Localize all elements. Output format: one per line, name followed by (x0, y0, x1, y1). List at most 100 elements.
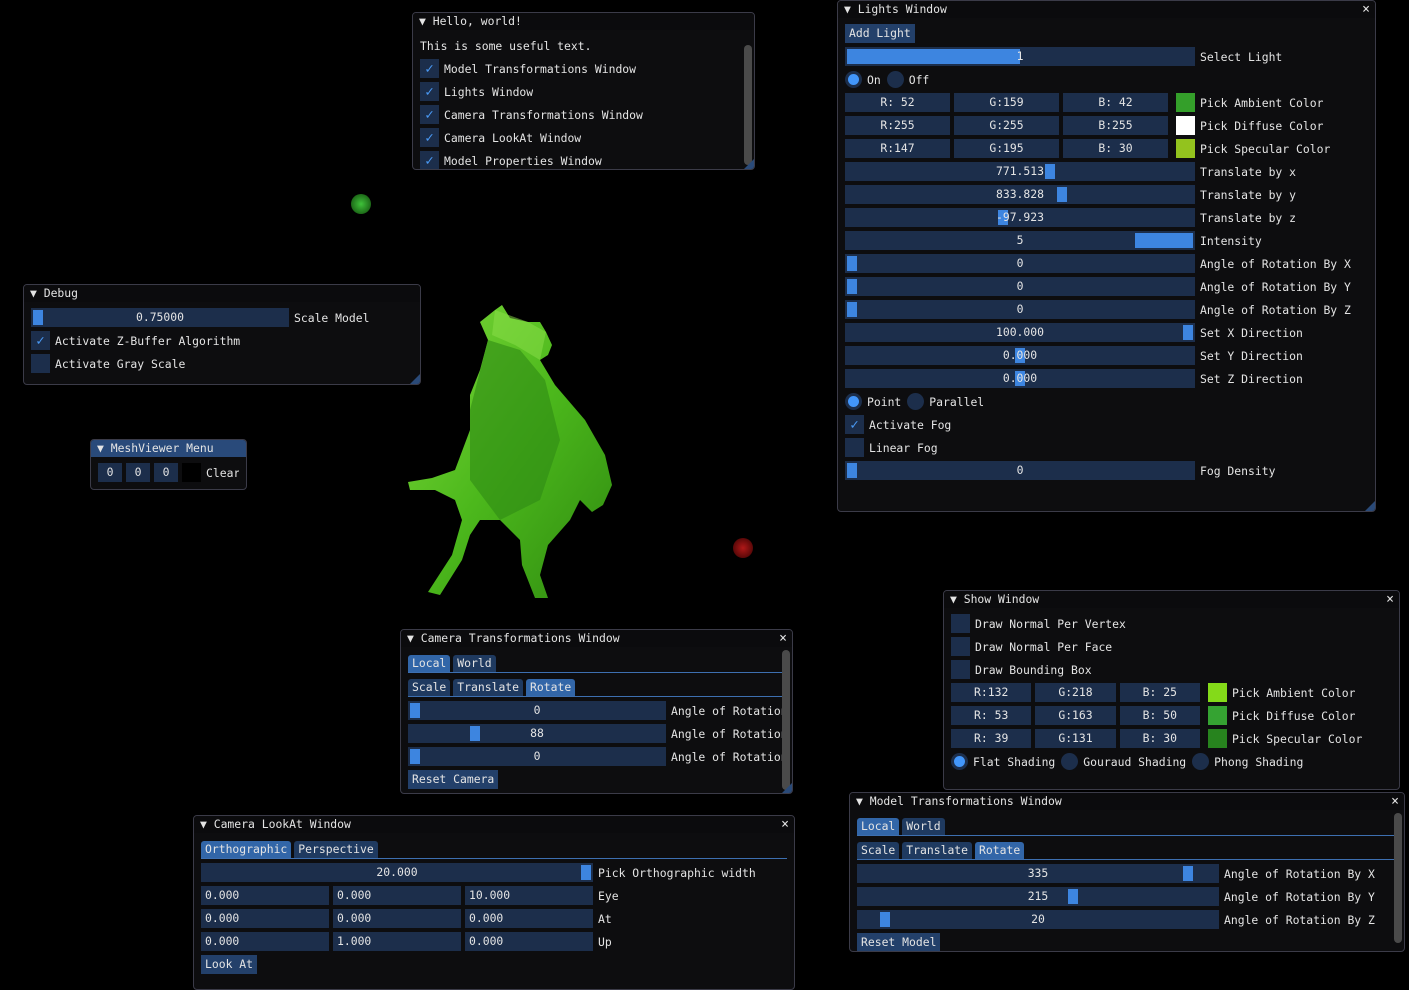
close-icon[interactable]: × (781, 816, 789, 833)
radio-label[interactable]: On (867, 73, 881, 87)
blue-channel-field[interactable]: B: 50 (1119, 706, 1200, 725)
checkbox-label[interactable]: Activate Z-Buffer Algorithm (55, 334, 240, 348)
slider-grab[interactable] (1182, 866, 1193, 881)
checkbox[interactable]: ✓ (420, 151, 439, 169)
slider[interactable]: 833.828 (845, 185, 1195, 204)
checkbox[interactable]: ✓ (420, 59, 439, 78)
radio-parallel[interactable] (907, 393, 925, 410)
slider-grab[interactable] (410, 749, 420, 764)
checkbox-label[interactable]: Linear Fog (869, 441, 938, 455)
collapse-arrow-icon[interactable]: ▼ (419, 14, 433, 28)
scrollbar[interactable] (744, 45, 752, 165)
collapse-arrow-icon[interactable]: ▼ (97, 441, 111, 455)
slider[interactable]: 1 (845, 47, 1195, 66)
color-swatch[interactable] (182, 463, 201, 482)
slider[interactable]: 0 (408, 701, 666, 720)
blue-channel-field[interactable]: B: 30 (1063, 139, 1168, 158)
component-0-field[interactable]: 0.000 (201, 909, 329, 928)
checkbox-label[interactable]: Lights Window (444, 85, 533, 99)
component-1-field[interactable]: 0.000 (333, 886, 461, 905)
slider[interactable]: 5 (845, 231, 1195, 250)
collapse-arrow-icon[interactable]: ▼ (30, 286, 44, 300)
collapse-arrow-icon[interactable]: ▼ (856, 794, 870, 808)
component-0-field[interactable]: 0.000 (201, 886, 329, 905)
component-2-field[interactable]: 10.000 (465, 886, 593, 905)
checkbox[interactable] (951, 637, 970, 656)
checkbox[interactable]: ✓ (31, 331, 50, 350)
slider[interactable]: 0 (845, 300, 1195, 319)
color-swatch[interactable] (1176, 139, 1195, 158)
int-input[interactable]: 0 (154, 463, 178, 482)
slider-grab[interactable] (33, 310, 43, 325)
slider-grab[interactable] (410, 703, 420, 718)
add-light-button[interactable]: Add Light (845, 24, 915, 43)
close-icon[interactable]: × (1386, 591, 1394, 608)
slider-grab[interactable] (1067, 889, 1078, 904)
green-channel-field[interactable]: G:218 (1035, 683, 1116, 702)
blue-channel-field[interactable]: B:255 (1063, 116, 1168, 135)
title-bar[interactable]: ▼ Hello, world! (413, 13, 754, 30)
slider[interactable]: 0 (845, 461, 1195, 480)
close-icon[interactable]: × (779, 630, 787, 647)
slider[interactable]: 20 (857, 910, 1219, 929)
radio-label[interactable]: Point (867, 395, 901, 409)
resize-grip[interactable] (1365, 501, 1375, 511)
component-1-field[interactable]: 1.000 (333, 932, 461, 951)
radio-gouraud-shading[interactable] (1061, 753, 1079, 770)
radio-on[interactable] (845, 71, 862, 88)
checkbox[interactable]: ✓ (420, 128, 439, 147)
tab-translate[interactable]: Translate (902, 842, 973, 859)
tab-world[interactable]: World (902, 818, 945, 835)
slider[interactable]: 0 (845, 277, 1195, 296)
title-bar[interactable]: ▼ Lights Window × (838, 1, 1375, 18)
collapse-arrow-icon[interactable]: ▼ (407, 631, 421, 645)
color-swatch[interactable] (1176, 93, 1195, 112)
checkbox-label[interactable]: Draw Normal Per Vertex (975, 617, 1126, 631)
checkbox[interactable] (845, 438, 864, 457)
radio-label[interactable]: Parallel (929, 395, 984, 409)
checkbox-label[interactable]: Model Transformations Window (444, 62, 636, 76)
resize-grip[interactable] (410, 374, 420, 384)
component-2-field[interactable]: 0.000 (465, 932, 593, 951)
radio-label[interactable]: Phong Shading (1214, 755, 1303, 769)
checkbox-label[interactable]: Camera Transformations Window (444, 108, 643, 122)
red-channel-field[interactable]: R:147 (845, 139, 950, 158)
color-swatch[interactable] (1207, 729, 1227, 748)
green-channel-field[interactable]: G:195 (954, 139, 1059, 158)
tab-translate[interactable]: Translate (453, 679, 524, 696)
red-channel-field[interactable]: R:132 (951, 683, 1032, 702)
title-bar[interactable]: ▼ Show Window × (944, 591, 1399, 608)
title-bar[interactable]: ▼ Camera LookAt Window × (194, 816, 794, 833)
slider-grab[interactable] (581, 865, 591, 880)
scrollbar[interactable] (782, 650, 790, 790)
slider-grab[interactable] (1045, 164, 1056, 179)
tab-orthographic[interactable]: Orthographic (201, 841, 292, 858)
scrollbar[interactable] (1394, 813, 1402, 943)
slider-grab[interactable] (469, 726, 480, 741)
radio-flat-shading[interactable] (951, 753, 968, 770)
checkbox[interactable]: ✓ (420, 82, 439, 101)
slider-grab[interactable] (847, 49, 1020, 64)
checkbox-label[interactable]: Activate Fog (869, 418, 951, 432)
tab-local[interactable]: Local (857, 818, 900, 835)
slider-grab[interactable] (1183, 325, 1193, 340)
slider-grab[interactable] (847, 279, 857, 294)
green-channel-field[interactable]: G:159 (954, 93, 1059, 112)
checkbox[interactable] (951, 660, 970, 679)
title-bar[interactable]: ▼ MeshViewer Menu (91, 440, 246, 457)
red-channel-field[interactable]: R: 52 (845, 93, 950, 112)
checkbox[interactable]: ✓ (420, 105, 439, 124)
slider[interactable]: 100.000 (845, 323, 1195, 342)
slider-grab[interactable] (847, 463, 857, 478)
slider[interactable]: 20.000 (201, 863, 593, 882)
slider-grab[interactable] (1135, 233, 1193, 248)
collapse-arrow-icon[interactable]: ▼ (950, 592, 964, 606)
collapse-arrow-icon[interactable]: ▼ (844, 2, 858, 16)
int-input[interactable]: 0 (126, 463, 150, 482)
title-bar[interactable]: ▼ Debug (24, 285, 420, 302)
slider[interactable]: 0.75000 (31, 308, 289, 327)
slider[interactable]: 771.513 (845, 162, 1195, 181)
red-channel-field[interactable]: R: 39 (951, 729, 1032, 748)
slider-grab[interactable] (879, 912, 890, 927)
component-1-field[interactable]: 0.000 (333, 909, 461, 928)
